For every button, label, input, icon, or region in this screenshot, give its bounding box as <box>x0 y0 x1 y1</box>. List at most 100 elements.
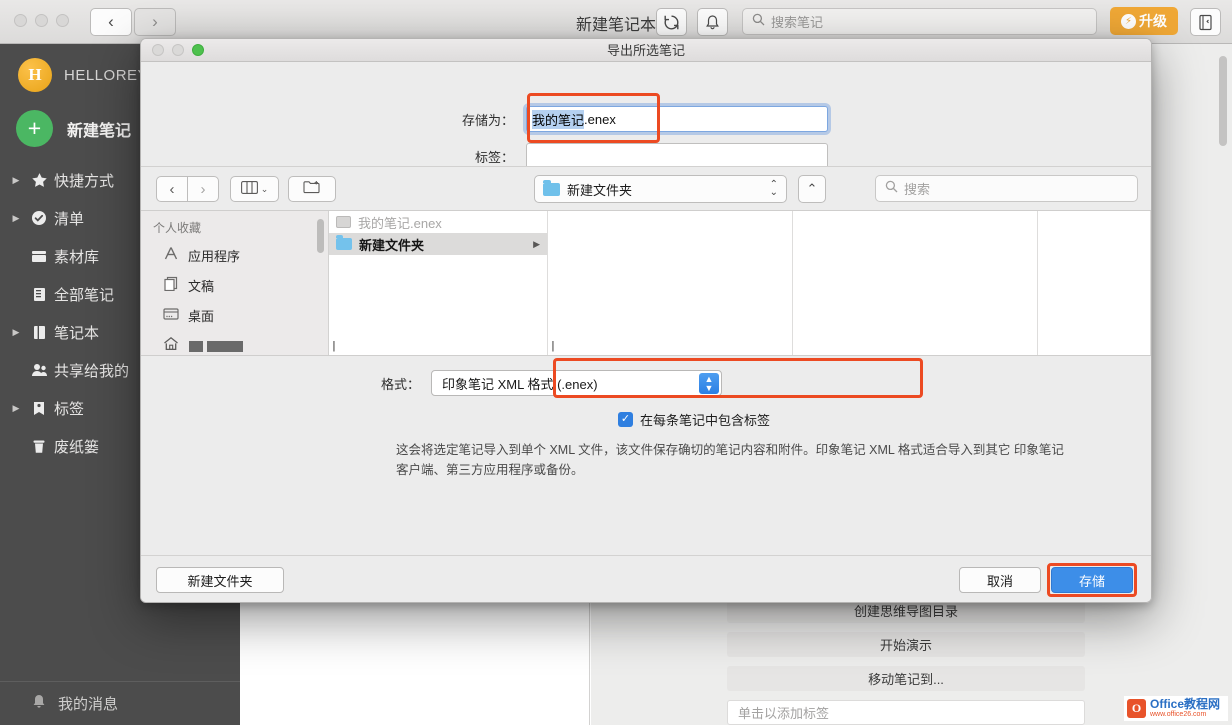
favorite-item-label: 桌面 <box>188 308 215 324</box>
dialog-footer: 新建文件夹 取消 存储 <box>141 555 1151 602</box>
library-icon <box>24 249 54 263</box>
file-row[interactable]: 新建文件夹 ▶ <box>329 233 547 255</box>
sidebar-item-label: 笔记本 <box>54 324 100 342</box>
note-actions-menu: 创建思维导图目录 开始演示 移动笔记到... <box>727 598 1085 700</box>
favorite-item-applications[interactable]: 应用程序 <box>141 240 328 270</box>
new-folder-footer-button[interactable]: 新建文件夹 <box>156 567 284 593</box>
folder-icon <box>336 235 352 250</box>
format-select[interactable]: 印象笔记 XML 格式 (.enex) ▲ ▼ <box>431 370 722 396</box>
documents-icon <box>163 276 179 294</box>
tag-icon <box>24 401 54 416</box>
include-tags-checkbox-row[interactable]: ✓ 在每条笔记中包含标签 <box>618 410 770 429</box>
expand-toggle-button[interactable]: ⌃ <box>798 175 826 203</box>
disclosure-triangle-icon[interactable]: ▶ <box>8 327 24 338</box>
file-row[interactable]: 我的笔记.enex <box>329 211 547 233</box>
upgrade-label: 升级 <box>1139 13 1167 29</box>
browser-back-button[interactable]: ‹ <box>156 176 188 202</box>
sidebar-item-label: 清单 <box>54 210 85 228</box>
window-traffic-lights[interactable] <box>14 14 69 27</box>
screen: 创建思维导图目录 开始演示 移动笔记到... 单击以添加标签 H HELLORE… <box>0 0 1232 725</box>
include-tags-label: 在每条笔记中包含标签 <box>640 413 771 428</box>
tags-label: 标签： <box>474 149 514 165</box>
favorites-scrollbar[interactable] <box>317 219 324 253</box>
new-note-icon[interactable] <box>1190 8 1221 36</box>
disclosure-triangle-icon[interactable]: ▶ <box>8 213 24 224</box>
export-notes-dialog: 导出所选笔记 存储为： 我的笔记 .enex 标签： ‹ › ⌄ 新建文件夹 ⌃… <box>140 38 1152 603</box>
file-column-1: 我的笔记.enex 新建文件夹 ▶ || <box>329 211 548 355</box>
dialog-minimize-button[interactable] <box>172 44 184 56</box>
back-button[interactable]: ‹ <box>90 8 132 36</box>
format-section: 格式： 印象笔记 XML 格式 (.enex) ▲ ▼ ✓ 在每条笔记中包含标签 … <box>141 356 1151 555</box>
disclosure-triangle-icon[interactable]: ▶ <box>8 403 24 414</box>
notifications-bell-icon[interactable] <box>697 8 728 36</box>
zoom-button[interactable] <box>56 14 69 27</box>
upgrade-button[interactable]: ⚡ 升级 <box>1110 7 1178 35</box>
trash-icon <box>24 439 54 454</box>
chevron-updown-icon[interactable]: ▲ ▼ <box>699 373 719 394</box>
path-popup-button[interactable]: 新建文件夹 ⌃ ⌄ <box>534 175 787 203</box>
new-folder-icon <box>303 180 321 198</box>
favorite-item-documents[interactable]: 文稿 <box>141 270 328 300</box>
save-as-input[interactable]: 我的笔记 .enex <box>526 106 828 132</box>
search-input[interactable]: 搜索笔记 <box>742 8 1097 35</box>
applications-icon <box>163 246 179 264</box>
search-icon <box>885 180 898 198</box>
column-view-button[interactable]: ⌄ <box>230 176 279 202</box>
dialog-close-button[interactable] <box>152 44 164 56</box>
save-as-selected-text: 我的笔记 <box>532 109 585 129</box>
watermark-url: www.office26.com <box>1150 711 1207 718</box>
save-as-extension: .enex <box>584 111 616 127</box>
account-name: HELLOREY <box>64 66 149 84</box>
search-icon <box>752 13 765 31</box>
chevron-right-icon: ▶ <box>533 238 540 249</box>
sync-icon[interactable] <box>656 8 687 36</box>
menu-item-move-note[interactable]: 移动笔记到... <box>727 666 1085 691</box>
tag-input[interactable]: 单击以添加标签 <box>727 700 1085 725</box>
column-resize-handle[interactable]: || <box>551 340 554 352</box>
sidebar-item-label: 快捷方式 <box>54 172 115 190</box>
all-notes-icon <box>24 287 54 302</box>
chevron-down-icon: ⌄ <box>260 183 269 194</box>
dialog-titlebar: 导出所选笔记 <box>141 39 1151 62</box>
minimize-button[interactable] <box>35 14 48 27</box>
column-view-icon <box>240 180 258 198</box>
menu-item-start-presentation[interactable]: 开始演示 <box>727 632 1085 657</box>
format-selected-value: 印象笔记 XML 格式 (.enex) <box>442 376 598 392</box>
disclosure-triangle-icon[interactable]: ▶ <box>8 175 24 186</box>
browser-search-placeholder: 搜索 <box>904 182 931 197</box>
watermark-brand: Office教程网 <box>1150 697 1221 711</box>
format-description: 这会将选定笔记导入到单个 XML 文件，该文件保存确切的笔记内容和附件。印象笔记… <box>396 443 1064 477</box>
bolt-icon: ⚡ <box>1121 13 1136 29</box>
file-browser-toolbar: ‹ › ⌄ 新建文件夹 ⌃ ⌄ ⌃ 搜索 <box>141 166 1151 210</box>
favorite-item-desktop[interactable]: 桌面 <box>141 300 328 330</box>
bell-icon <box>32 694 46 713</box>
browser-search-input[interactable]: 搜索 <box>875 175 1138 202</box>
dialog-traffic-lights[interactable] <box>152 44 204 56</box>
cancel-button[interactable]: 取消 <box>959 567 1041 593</box>
file-column-2: || <box>548 211 793 355</box>
checkbox-checked-icon[interactable]: ✓ <box>618 412 633 427</box>
new-folder-button[interactable] <box>288 176 336 202</box>
star-icon <box>24 172 54 189</box>
file-column-3 <box>793 211 1038 355</box>
sidebar-item-messages[interactable]: 我的消息 <box>0 681 240 725</box>
sidebar-item-label: 废纸篓 <box>54 438 100 456</box>
favorite-item-label: 应用程序 <box>188 248 241 264</box>
app-scrollbar[interactable] <box>1219 56 1227 146</box>
notebook-icon <box>24 325 54 340</box>
sidebar-item-label: 标签 <box>54 400 85 418</box>
favorite-item-label: 文稿 <box>188 278 215 294</box>
save-button[interactable]: 存储 <box>1051 567 1133 593</box>
close-button[interactable] <box>14 14 27 27</box>
file-column-4 <box>1038 211 1151 355</box>
format-row: 格式： 印象笔记 XML 格式 (.enex) ▲ ▼ <box>141 370 1151 396</box>
dialog-zoom-button[interactable] <box>192 44 204 56</box>
browser-forward-button[interactable]: › <box>187 176 219 202</box>
file-browser-body: 个人收藏 应用程序 文稿 桌面 我的笔记.enex 新建文件夹 ▶ || || <box>141 210 1151 356</box>
dialog-form: 存储为： 我的笔记 .enex 标签： <box>141 62 1151 169</box>
forward-button[interactable]: › <box>134 8 176 36</box>
sidebar-item-label: 素材库 <box>54 248 100 266</box>
column-resize-handle[interactable]: || <box>332 340 335 352</box>
file-name: 我的笔记.enex <box>358 215 442 231</box>
sidebar-item-label: 全部笔记 <box>54 286 115 304</box>
